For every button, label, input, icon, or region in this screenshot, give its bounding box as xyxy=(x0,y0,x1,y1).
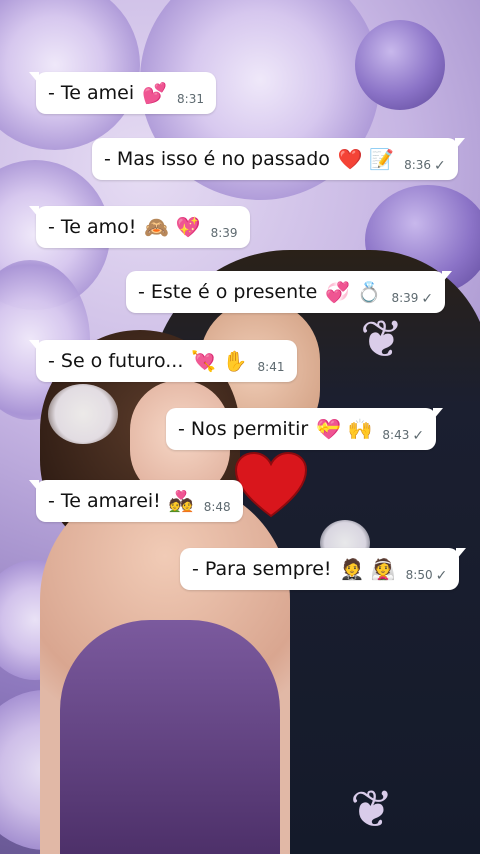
message-text: - Te amo! xyxy=(48,216,137,238)
message-time: 8:39 xyxy=(391,291,419,305)
emoji-icon: 💑 xyxy=(168,489,194,513)
delivered-check-icon: ✓ xyxy=(434,158,446,174)
butterfly-icon: ❦ xyxy=(350,780,394,840)
chat-message[interactable]: - Mas isso é no passado ❤️ 📝 8:36 ✓ xyxy=(92,138,465,180)
delivered-check-icon: ✓ xyxy=(412,428,425,444)
emoji-icon: 💝 🙌 xyxy=(316,417,373,441)
rose-decoration xyxy=(355,20,445,110)
purple-dress xyxy=(60,620,280,854)
message-time: 8:48 xyxy=(203,500,231,514)
message-time: 8:50 xyxy=(405,568,433,582)
emoji-icon: 🙈 💖 xyxy=(144,215,201,239)
chat-message[interactable]: - Te amo! 🙈 💖 8:39 xyxy=(29,206,250,248)
emoji-icon: 💞 💍 xyxy=(325,280,382,304)
message-text: - Nos permitir xyxy=(178,418,309,440)
white-flower-hair xyxy=(48,384,118,444)
emoji-icon: 💕 xyxy=(142,81,168,105)
message-time: 8:43 xyxy=(382,428,410,442)
red-heart-icon xyxy=(234,452,308,518)
chat-message[interactable]: - Nos permitir 💝 🙌 8:43 ✓ xyxy=(166,408,444,450)
delivered-check-icon: ✓ xyxy=(435,568,448,584)
emoji-icon: 🤵 👰 xyxy=(339,557,396,581)
emoji-icon: 💘 ✋ xyxy=(191,349,248,373)
message-text: - Para sempre! xyxy=(192,558,332,580)
message-text: - Se o futuro... xyxy=(48,350,184,372)
chat-message[interactable]: - Te amarei! 💑 8:48 xyxy=(29,480,243,522)
message-text: - Te amarei! xyxy=(48,490,161,512)
message-text: - Mas isso é no passado xyxy=(104,148,330,170)
message-text: - Te amei xyxy=(48,82,135,104)
chat-message[interactable]: - Se o futuro... 💘 ✋ 8:41 xyxy=(29,340,297,382)
emoji-icon: ❤️ 📝 xyxy=(337,147,395,171)
chat-message[interactable]: - Te amei 💕 8:31 xyxy=(29,72,216,114)
delivered-check-icon: ✓ xyxy=(421,291,434,307)
message-time: 8:41 xyxy=(257,360,285,374)
message-time: 8:36 xyxy=(404,158,432,172)
chat-message[interactable]: - Este é o presente 💞 💍 8:39 ✓ xyxy=(126,271,453,313)
message-time: 8:39 xyxy=(210,226,238,240)
butterfly-icon: ❦ xyxy=(360,310,404,370)
chat-message[interactable]: - Para sempre! 🤵 👰 8:50 ✓ xyxy=(180,548,467,590)
message-text: - Este é o presente xyxy=(138,281,318,303)
message-time: 8:31 xyxy=(177,92,204,106)
